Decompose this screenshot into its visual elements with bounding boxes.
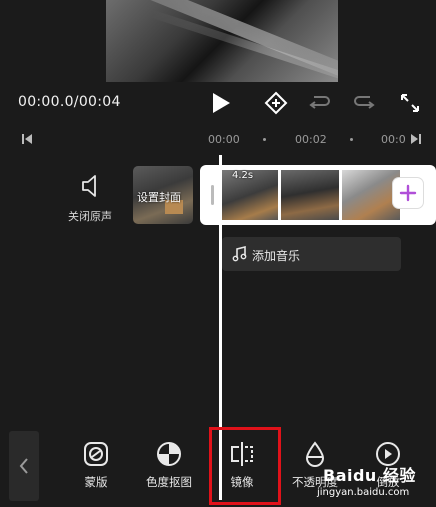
redo-icon (354, 96, 375, 109)
mirror-highlight-box (209, 427, 281, 505)
fullscreen-button[interactable] (397, 90, 423, 116)
clip-frame (281, 170, 339, 220)
add-clip-button[interactable] (393, 178, 423, 208)
ruler-tick: 00:02 (295, 133, 327, 146)
add-music-label: 添加音乐 (252, 249, 301, 263)
set-cover-label: 设置封面 (137, 191, 181, 204)
plus-icon (399, 184, 417, 202)
preview-image-detail (106, 0, 338, 82)
chroma-key-tool[interactable]: 色度抠图 (134, 438, 204, 490)
chroma-key-icon (157, 442, 181, 466)
timeline-ruler[interactable]: 00:00 00:02 00:0 (0, 124, 436, 154)
mask-label: 蒙版 (84, 475, 108, 489)
undo-icon (309, 96, 330, 109)
play-button[interactable] (208, 90, 234, 116)
mute-original-sound-label[interactable]: 关闭原声 (68, 208, 112, 224)
ruler-tick: 00:0 (381, 133, 406, 146)
mask-tool[interactable]: 蒙版 (61, 438, 131, 490)
clip-frame (342, 170, 400, 220)
keyframe-icon (264, 91, 288, 115)
watermark-url: jingyan.baidu.com (317, 487, 410, 498)
expand-icon (401, 94, 419, 112)
music-note-icon (232, 246, 247, 262)
play-icon (213, 93, 230, 113)
clip-trim-handle[interactable] (211, 185, 214, 205)
set-cover-button[interactable]: 设置封面 (133, 166, 193, 224)
chevron-left-icon (19, 458, 28, 474)
video-preview[interactable] (106, 0, 338, 82)
redo-button[interactable] (351, 90, 377, 116)
watermark-brand: Baidu 经验 (323, 466, 416, 485)
preview-image-detail (151, 10, 338, 82)
add-keyframe-button[interactable] (263, 90, 289, 116)
chroma-key-label: 色度抠图 (146, 475, 192, 489)
ruler-dot (350, 138, 353, 141)
ruler-tick: 00:00 (208, 133, 240, 146)
mask-icon (84, 442, 108, 466)
back-button[interactable] (9, 431, 39, 501)
jump-to-end-icon[interactable] (410, 133, 422, 145)
jump-to-start-icon[interactable] (21, 133, 33, 145)
speaker-icon[interactable] (80, 174, 102, 198)
add-music-button[interactable]: 添加音乐 (222, 237, 401, 271)
ruler-dot (263, 138, 266, 141)
timecode: 00:00.0/00:04 (18, 94, 121, 110)
undo-button[interactable] (307, 90, 333, 116)
clip-duration: 4.2s (232, 170, 254, 181)
